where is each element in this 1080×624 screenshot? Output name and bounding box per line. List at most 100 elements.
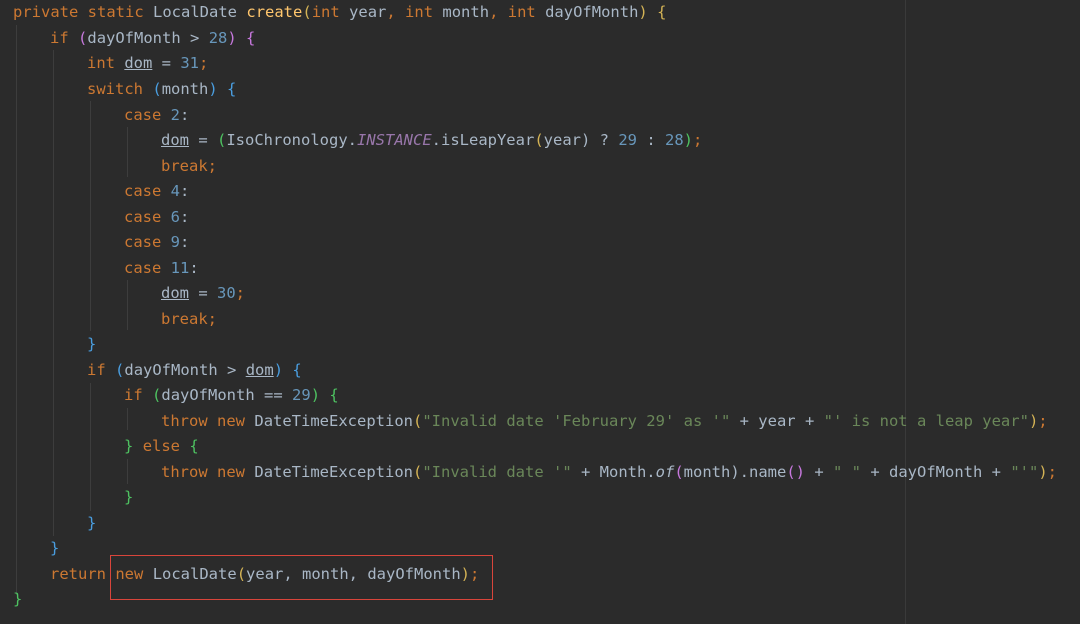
class-ref: IsoChronology. bbox=[226, 131, 357, 149]
brace: { bbox=[292, 361, 302, 379]
brace: } bbox=[50, 539, 60, 557]
paren: ) bbox=[310, 386, 321, 404]
paren: ) bbox=[227, 29, 237, 47]
code-line[interactable]: case 11: bbox=[124, 257, 199, 279]
keyword: static bbox=[87, 3, 144, 21]
expr: + Month. bbox=[571, 463, 656, 481]
number: 28 bbox=[664, 131, 684, 149]
code-editor[interactable]: private static LocalDate create(int year… bbox=[0, 0, 1080, 624]
code-line[interactable]: private static LocalDate create(int year… bbox=[13, 1, 666, 23]
code-line[interactable]: } bbox=[13, 588, 22, 610]
paren: ) bbox=[1038, 463, 1048, 481]
variable: month bbox=[161, 80, 209, 98]
param: month bbox=[442, 3, 490, 21]
operator: + bbox=[805, 463, 834, 481]
param: dayOfMonth bbox=[545, 3, 639, 21]
code-line[interactable]: dom = (IsoChronology.INSTANCE.isLeapYear… bbox=[161, 129, 702, 151]
punct: , bbox=[386, 3, 406, 21]
punct: ; bbox=[199, 54, 209, 72]
brace: } bbox=[124, 437, 134, 455]
string: " " bbox=[833, 463, 862, 481]
variable: month bbox=[683, 463, 731, 481]
paren: ( bbox=[152, 80, 162, 98]
keyword: throw bbox=[161, 463, 208, 481]
punct: ; bbox=[207, 157, 218, 175]
keyword: case bbox=[124, 233, 162, 251]
number: 28 bbox=[208, 29, 228, 47]
operator: ) ? bbox=[580, 131, 619, 149]
variable: dom bbox=[245, 361, 274, 379]
code-line[interactable]: if (dayOfMonth > 28) { bbox=[50, 27, 255, 49]
method-name: create bbox=[246, 3, 303, 21]
string: "Invalid date '" bbox=[422, 463, 572, 481]
paren: ( bbox=[217, 131, 227, 149]
code-line[interactable]: } bbox=[87, 512, 96, 534]
number: 29 bbox=[292, 386, 311, 404]
punct: ; bbox=[207, 310, 218, 328]
keyword: return bbox=[50, 565, 106, 583]
paren: ) bbox=[1028, 412, 1039, 430]
keyword: new bbox=[217, 463, 246, 481]
expr: dayOfMonth > bbox=[87, 29, 209, 47]
keyword: int bbox=[405, 3, 434, 21]
keyword: case bbox=[124, 182, 162, 200]
keyword: else bbox=[142, 437, 181, 455]
brace: { bbox=[246, 29, 256, 47]
expr: dayOfMonth > bbox=[124, 361, 246, 379]
brace: { bbox=[657, 3, 667, 21]
code-line[interactable]: break; bbox=[161, 308, 217, 330]
punct: : bbox=[189, 259, 199, 277]
code-line[interactable]: } bbox=[50, 537, 59, 559]
paren: () bbox=[786, 463, 806, 481]
code-line[interactable]: throw new DateTimeException("Invalid dat… bbox=[161, 461, 1057, 483]
keyword: private bbox=[13, 3, 79, 21]
brace: } bbox=[13, 590, 23, 608]
keyword: if bbox=[50, 29, 69, 47]
keyword: case bbox=[124, 106, 162, 124]
param: year bbox=[349, 3, 387, 21]
brace: { bbox=[227, 80, 237, 98]
operator: = bbox=[189, 131, 217, 149]
keyword: int bbox=[87, 54, 115, 72]
code-line[interactable]: throw new DateTimeException("Invalid dat… bbox=[161, 410, 1048, 432]
code-line[interactable]: if (dayOfMonth == 29) { bbox=[124, 384, 339, 406]
type-name: DateTimeException bbox=[254, 412, 413, 430]
keyword: case bbox=[124, 259, 162, 277]
keyword: throw bbox=[161, 412, 208, 430]
number: 6 bbox=[170, 208, 181, 226]
code-line[interactable]: case 2: bbox=[124, 104, 189, 126]
type-name: DateTimeException bbox=[254, 463, 413, 481]
number: 4 bbox=[170, 182, 181, 200]
number: 31 bbox=[180, 54, 200, 72]
code-line[interactable]: dom = 30; bbox=[161, 282, 245, 304]
code-line[interactable]: int dom = 31; bbox=[87, 52, 208, 74]
keyword: if bbox=[87, 361, 106, 379]
number: 9 bbox=[170, 233, 181, 251]
code-line[interactable]: case 4: bbox=[124, 180, 189, 202]
expr: + dayOfMonth + bbox=[861, 463, 1011, 481]
code-line[interactable]: switch (month) { bbox=[87, 78, 236, 100]
paren: ( bbox=[534, 131, 544, 149]
keyword: case bbox=[124, 208, 162, 226]
code-line[interactable]: if (dayOfMonth > dom) { bbox=[87, 359, 302, 381]
keyword: int bbox=[311, 3, 340, 21]
code-line[interactable]: } bbox=[124, 486, 133, 508]
punct: ; bbox=[235, 284, 246, 302]
code-line[interactable]: } bbox=[87, 333, 96, 355]
code-line[interactable]: } else { bbox=[124, 435, 199, 457]
punct: , bbox=[489, 3, 508, 21]
keyword: if bbox=[124, 386, 143, 404]
paren: ( bbox=[152, 386, 162, 404]
code-line[interactable]: case 6: bbox=[124, 206, 189, 228]
indent-guide bbox=[127, 280, 128, 330]
string: "'" bbox=[1010, 463, 1039, 481]
number: 11 bbox=[170, 259, 190, 277]
right-margin-guide bbox=[905, 0, 906, 624]
code-line[interactable]: break; bbox=[161, 155, 217, 177]
punct: ; bbox=[693, 131, 703, 149]
code-line[interactable]: case 9: bbox=[124, 231, 189, 253]
variable: year bbox=[543, 131, 581, 149]
number: 2 bbox=[170, 106, 181, 124]
string: "Invalid date 'February 29' as '" bbox=[422, 412, 731, 430]
punct: : bbox=[180, 182, 190, 200]
